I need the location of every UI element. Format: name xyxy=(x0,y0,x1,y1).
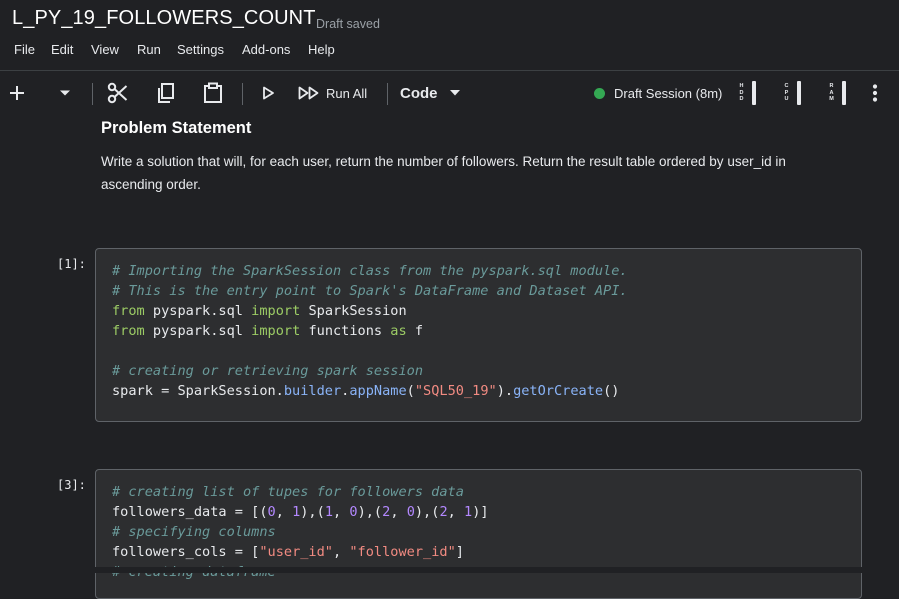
notebook-content[interactable]: Problem Statement Write a solution that … xyxy=(0,115,899,599)
cpu-meter[interactable]: C P U xyxy=(783,79,801,107)
session-status[interactable]: Draft Session (8m) xyxy=(594,71,722,115)
copy-icon xyxy=(158,83,174,103)
viewport-bottom-edge xyxy=(0,567,899,573)
session-status-dot xyxy=(594,87,605,99)
code-cell[interactable]: # creating list of tupes for followers d… xyxy=(95,469,862,599)
ram-meter-bar xyxy=(842,81,846,105)
code-line: # Importing the SparkSession class from … xyxy=(112,263,628,279)
markdown-body: Write a solution that will, for each use… xyxy=(101,154,786,192)
cut-button[interactable] xyxy=(105,71,131,115)
toolbar-separator xyxy=(242,83,243,105)
cell-type-select[interactable]: Code xyxy=(400,71,470,115)
menu-edit[interactable]: Edit xyxy=(51,42,73,57)
run-all-icon xyxy=(298,86,319,100)
menu-view[interactable]: View xyxy=(91,42,119,57)
cut-icon xyxy=(107,82,128,104)
run-cell-button[interactable] xyxy=(256,71,280,115)
toolbar-separator xyxy=(92,83,93,105)
hdd-meter[interactable]: H D D xyxy=(738,79,756,107)
menu-run[interactable]: Run xyxy=(137,42,161,57)
add-cell-menu-button[interactable] xyxy=(54,71,76,115)
markdown-heading: Problem Statement xyxy=(101,119,252,137)
menu-settings[interactable]: Settings xyxy=(177,42,224,57)
ram-meter-label: R A M xyxy=(829,83,834,103)
session-label: Draft Session (8m) xyxy=(614,85,723,101)
more-options-button[interactable] xyxy=(864,71,886,115)
notebook-title[interactable]: L_PY_19_FOLLOWERS_COUNT xyxy=(12,7,316,30)
toolbar-separator xyxy=(387,83,388,105)
execution-count: [1]: xyxy=(57,257,86,271)
menu-add-ons[interactable]: Add-ons xyxy=(242,42,290,57)
code-line: # creating or retrieving spark session xyxy=(112,363,423,379)
more-vert-icon xyxy=(872,84,878,102)
cpu-meter-bar xyxy=(797,81,801,105)
code-line: # specifying columns xyxy=(112,524,276,540)
run-all-button[interactable]: Run All xyxy=(298,71,376,115)
ram-meter[interactable]: R A M xyxy=(828,79,846,107)
hdd-meter-label: H D D xyxy=(739,83,744,103)
code-line: # creating list of tupes for followers d… xyxy=(112,484,464,500)
save-status: Draft saved xyxy=(316,17,380,31)
paste-button[interactable] xyxy=(200,71,226,115)
chevron-down-icon xyxy=(60,90,70,96)
hdd-meter-bar xyxy=(752,81,756,105)
add-cell-button[interactable] xyxy=(4,71,30,115)
add-icon xyxy=(10,86,24,100)
cpu-meter-label: C P U xyxy=(784,83,789,103)
menu-file[interactable]: File xyxy=(14,42,35,57)
run-icon xyxy=(263,86,274,100)
chevron-down-icon xyxy=(449,90,460,96)
copy-button[interactable] xyxy=(153,71,179,115)
paste-icon xyxy=(204,82,222,103)
code-cell[interactable]: # Importing the SparkSession class from … xyxy=(95,248,862,422)
toolbar: Run All Code Draft Session (8m) H D D C … xyxy=(0,71,899,115)
menu-help[interactable]: Help xyxy=(308,42,335,57)
code-editor[interactable]: # Importing the SparkSession class from … xyxy=(112,261,628,401)
code-line: # This is the entry point to Spark's Dat… xyxy=(112,283,628,299)
title-bar: L_PY_19_FOLLOWERS_COUNT Draft saved xyxy=(0,0,899,38)
execution-count: [3]: xyxy=(57,478,86,492)
run-all-label: Run All xyxy=(326,85,368,101)
cell-type-label: Code xyxy=(400,84,438,102)
